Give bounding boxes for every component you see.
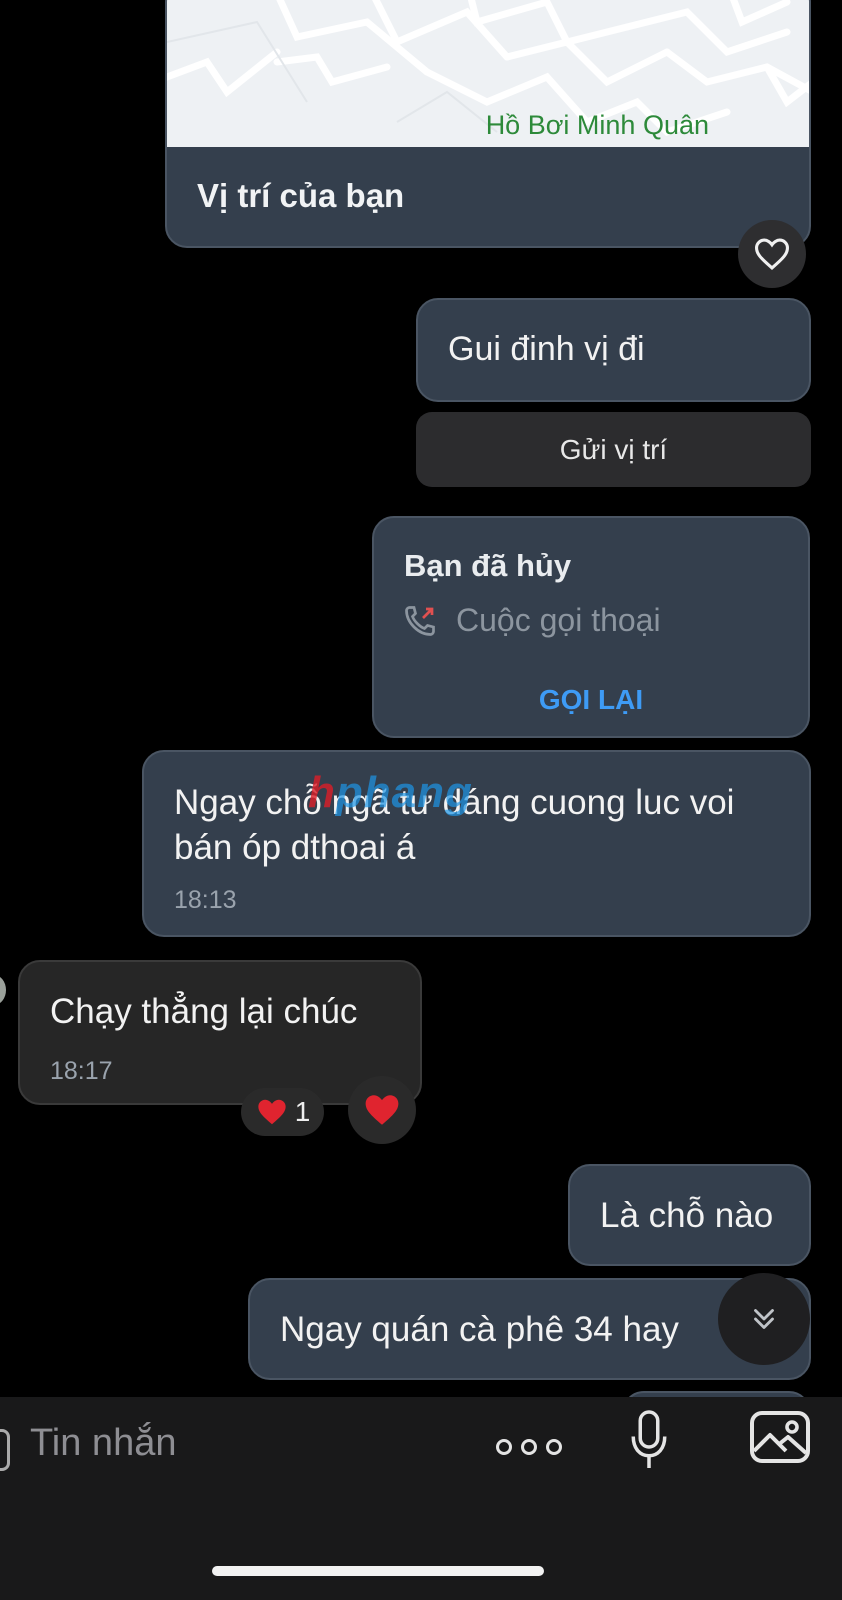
message-input[interactable]: Tin nhắn bbox=[30, 1422, 450, 1465]
map-place-label: Hồ Bơi Minh Quân bbox=[485, 110, 709, 140]
react-heart-button[interactable] bbox=[738, 220, 806, 288]
microphone-icon[interactable] bbox=[628, 1407, 670, 1473]
avatar[interactable] bbox=[0, 975, 6, 1005]
scroll-to-bottom-button[interactable] bbox=[718, 1273, 810, 1365]
more-dots-icon[interactable] bbox=[496, 1427, 562, 1467]
message-bubble-outgoing[interactable]: Ngay chỗ ngã tư dáng cuong luc voi bán ó… bbox=[142, 750, 811, 937]
phone-missed-icon bbox=[405, 606, 435, 636]
location-caption: Vị trí của bạn bbox=[197, 177, 405, 214]
reacted-heart-button[interactable] bbox=[348, 1076, 416, 1144]
heart-filled-icon bbox=[365, 1095, 399, 1125]
message-time: 18:17 bbox=[50, 1057, 113, 1085]
send-location-button[interactable]: Gửi vị trí bbox=[416, 412, 811, 487]
emoji-button[interactable] bbox=[0, 1429, 10, 1471]
message-bubble-outgoing[interactable]: Là chỗ nào bbox=[568, 1164, 811, 1266]
message-text: Là chỗ nào bbox=[600, 1196, 774, 1235]
heart-outline-icon bbox=[754, 238, 790, 270]
heart-filled-icon bbox=[258, 1099, 286, 1125]
message-text: Ngay chỗ ngã tư dáng cuong luc voi bán ó… bbox=[174, 783, 735, 867]
call-log-card: Bạn đã hủy Cuộc gọi thoại GỌI LẠI bbox=[372, 516, 810, 738]
reaction-count: 1 bbox=[294, 1096, 311, 1127]
message-bubble-outgoing[interactable]: Gui đinh vị đi bbox=[416, 298, 811, 402]
location-map-card[interactable]: Hồ Bơi Minh Quân Vị trí của bạn bbox=[165, 0, 811, 248]
image-icon[interactable] bbox=[748, 1407, 812, 1467]
watermark-logo: hphang bbox=[308, 768, 473, 817]
call-status-title: Bạn đã hủy bbox=[404, 548, 572, 583]
message-composer: Tin nhắn bbox=[0, 1397, 842, 1600]
home-indicator bbox=[212, 1566, 544, 1576]
call-type-label: Cuộc gọi thoại bbox=[456, 602, 661, 638]
reaction-summary[interactable]: 1 bbox=[241, 1088, 324, 1136]
message-text: Chạy thẳng lại chúc bbox=[50, 992, 358, 1031]
message-text: Gui đinh vị đi bbox=[448, 330, 645, 368]
call-back-button[interactable]: GỌI LẠI bbox=[374, 684, 808, 716]
message-time: 18:13 bbox=[174, 886, 237, 914]
map-thumbnail: Hồ Bơi Minh Quân bbox=[167, 0, 809, 147]
message-text: Ngay quán cà phê 34 hay bbox=[280, 1310, 679, 1349]
chevrons-down-icon bbox=[754, 1309, 774, 1329]
